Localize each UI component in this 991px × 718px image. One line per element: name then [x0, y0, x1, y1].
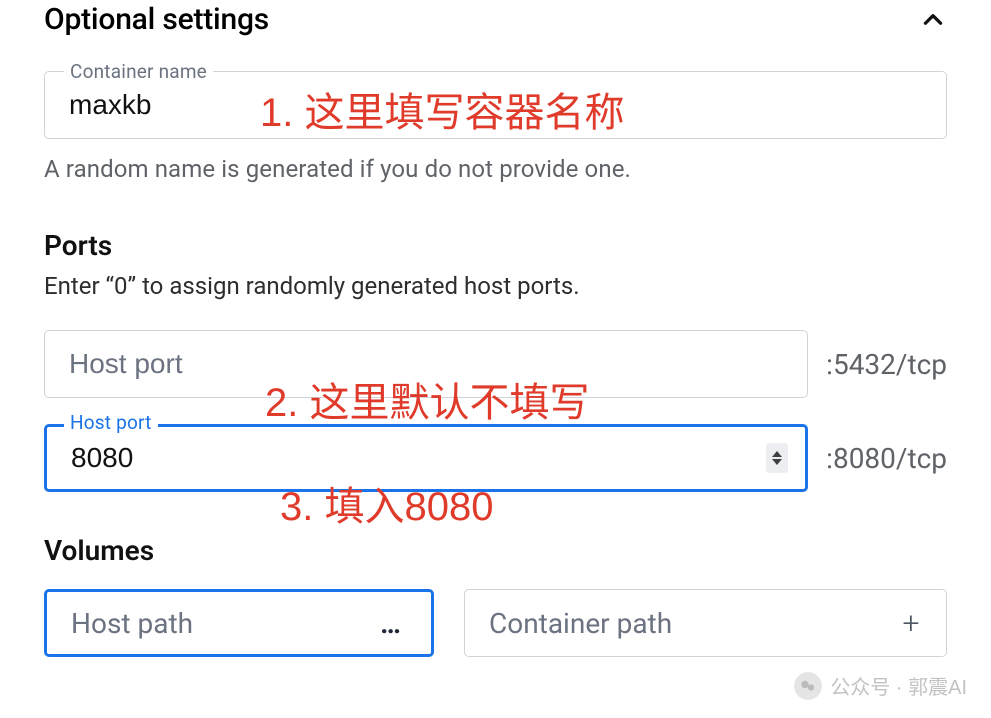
ports-title: Ports — [44, 229, 947, 262]
port2-label: Host port — [64, 411, 158, 434]
settings-panel: Optional settings Container name A rando… — [0, 0, 991, 657]
container-name-help: A random name is generated if you do not… — [44, 155, 947, 183]
volumes-row: Host path … Container path + — [44, 589, 947, 657]
port1-input-wrap — [44, 330, 808, 398]
watermark-text: 公众号 · 郭震AI — [830, 671, 967, 700]
port2-suffix: :8080/tcp — [826, 424, 947, 492]
number-stepper[interactable] — [766, 443, 788, 473]
stepper-up-icon[interactable] — [772, 451, 782, 457]
container-name-field: Container name — [44, 71, 947, 139]
chevron-up-icon[interactable] — [919, 6, 947, 34]
port-row-2: Host port :8080/tcp — [44, 424, 947, 492]
section-title-optional: Optional settings — [44, 2, 269, 37]
container-path-placeholder: Container path — [489, 607, 896, 640]
port1-input[interactable] — [44, 330, 808, 398]
container-path-field[interactable]: Container path + — [464, 589, 947, 657]
port2-input-wrap: Host port — [44, 424, 808, 492]
host-path-field[interactable]: Host path … — [44, 589, 434, 657]
port2-input[interactable] — [44, 424, 808, 492]
volumes-title: Volumes — [44, 534, 947, 567]
watermark: 公众号 · 郭震AI — [794, 671, 967, 700]
stepper-down-icon[interactable] — [772, 459, 782, 465]
section-header[interactable]: Optional settings — [44, 0, 947, 45]
wechat-icon — [794, 672, 822, 700]
port-row-1: :5432/tcp — [44, 330, 947, 398]
ports-subtitle: Enter “0” to assign randomly generated h… — [44, 272, 947, 300]
container-name-label: Container name — [64, 60, 213, 83]
port1-suffix: :5432/tcp — [826, 330, 947, 398]
add-volume-button[interactable]: + — [896, 606, 926, 641]
browse-ellipsis-button[interactable]: … — [371, 607, 411, 640]
host-path-placeholder: Host path — [71, 607, 371, 640]
